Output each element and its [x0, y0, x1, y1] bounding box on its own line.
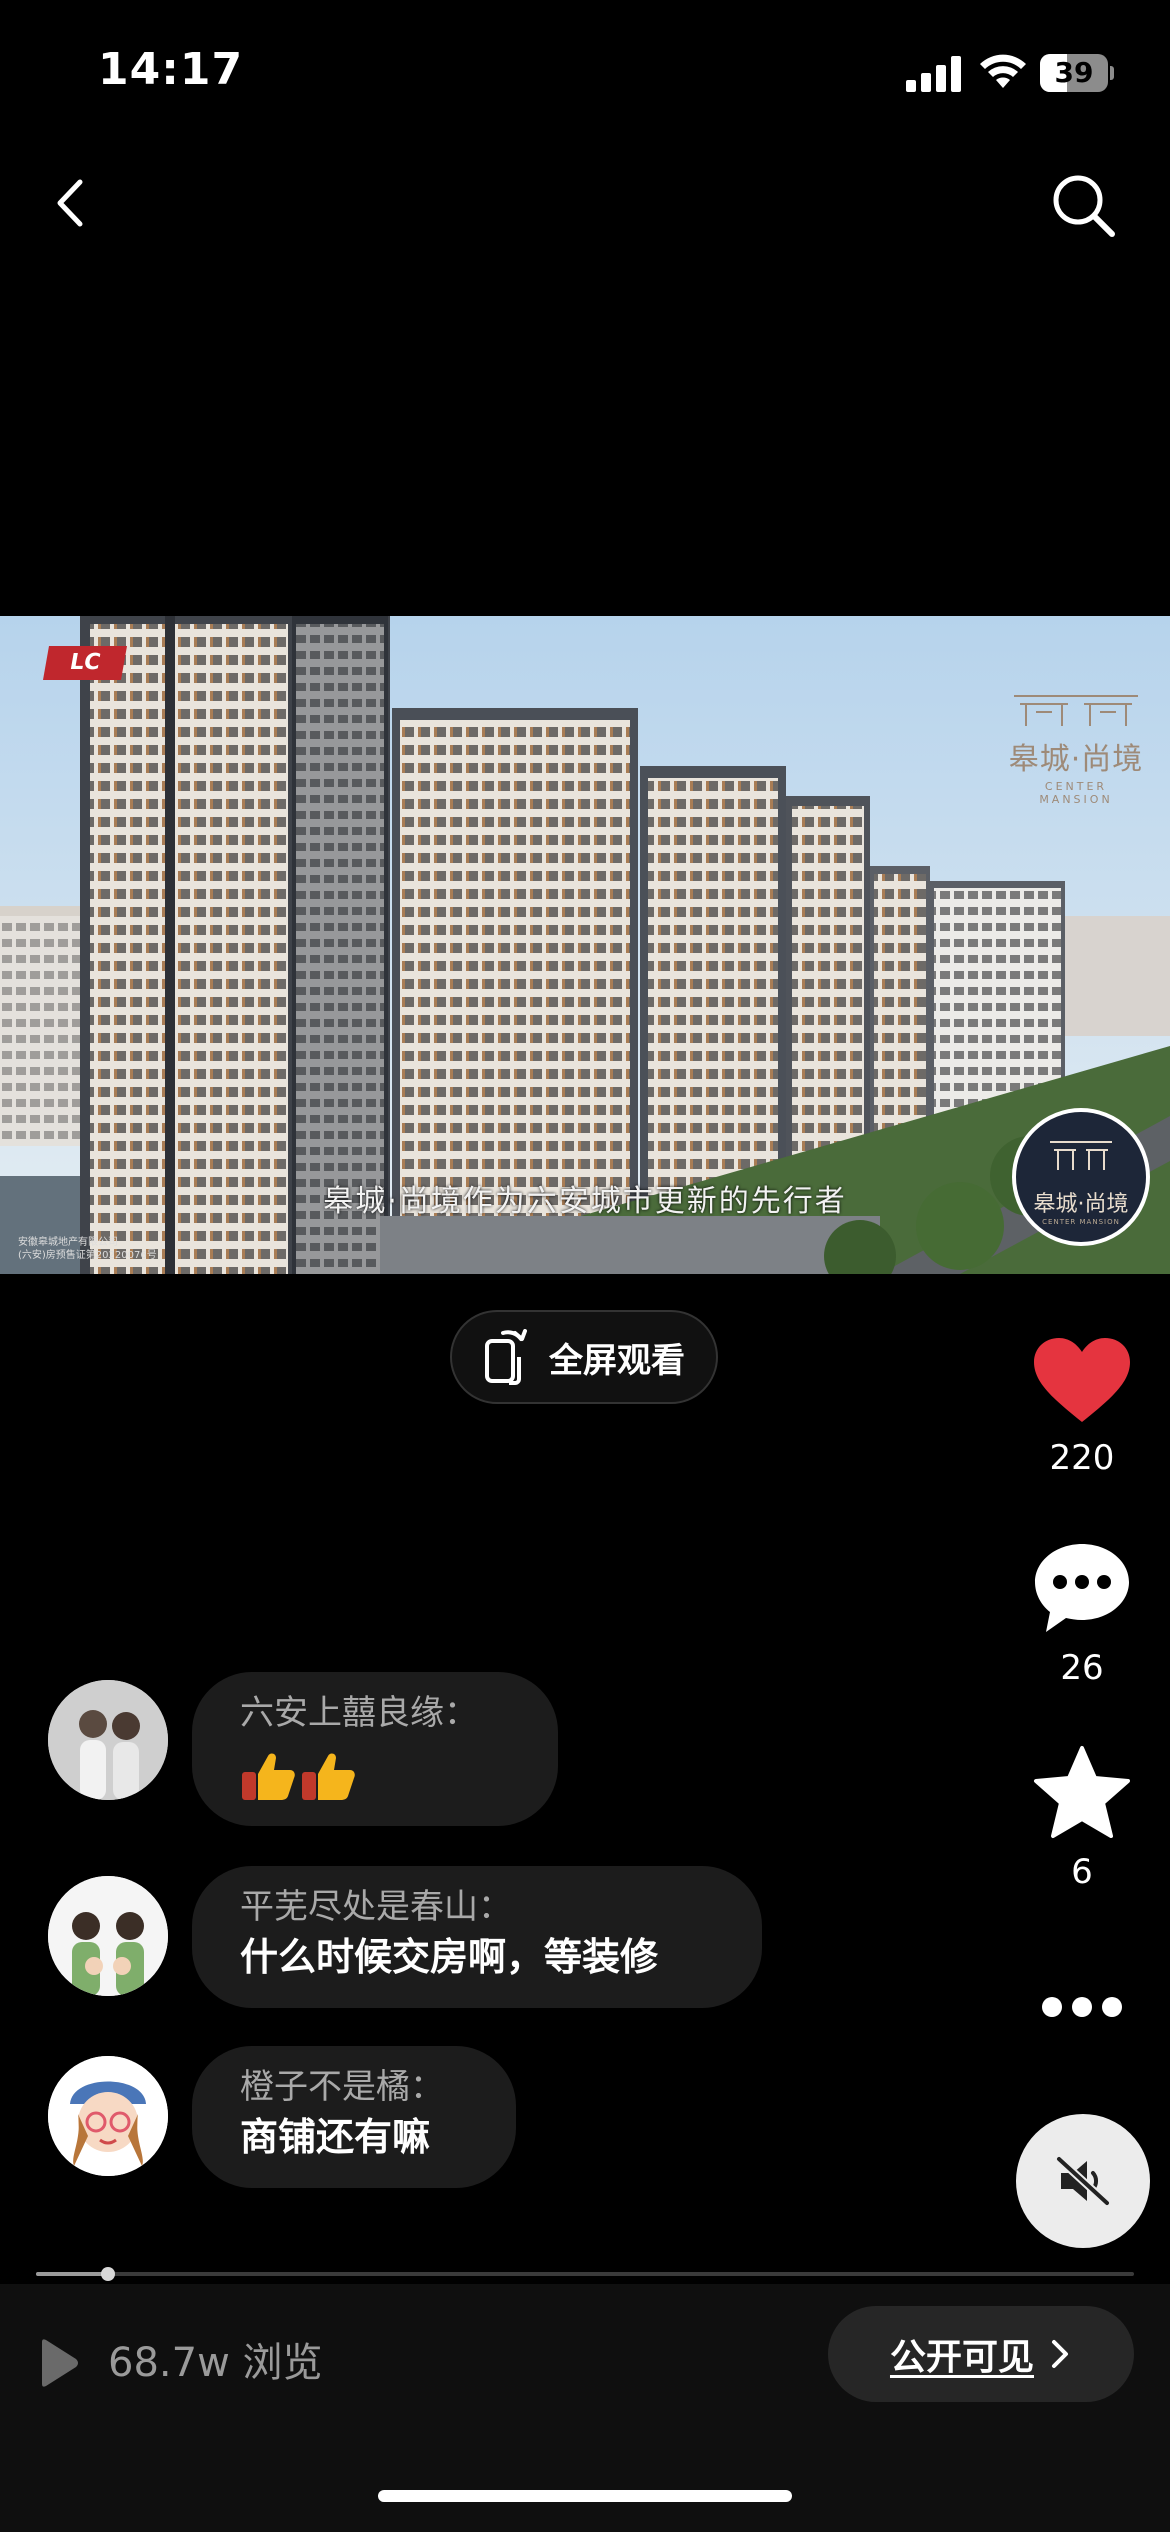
avatar[interactable]	[48, 1680, 168, 1800]
comment-count: 26	[1060, 1648, 1104, 1688]
video-progress-bar[interactable]	[36, 2267, 1134, 2281]
star-icon	[1034, 1746, 1130, 1838]
comment-emoji	[240, 1750, 510, 1802]
avatar[interactable]	[48, 2056, 168, 2176]
favorite-count: 6	[1071, 1852, 1093, 1892]
chevron-right-icon	[1052, 2340, 1068, 2368]
wifi-icon	[980, 54, 1026, 88]
heart-icon	[1034, 1338, 1130, 1422]
brand-mark-icon	[1014, 695, 1138, 726]
comment-text: 什么时候交房啊，等装修	[240, 1935, 659, 1979]
brand-badge-name: 皋城·尚境	[1033, 1192, 1129, 1217]
comment-bubble[interactable]: 橙子不是橘： 商铺还有嘛	[192, 2046, 516, 2188]
legal-text: 安徽皋城地产有限公司 (六安)房预售证第20220076号	[18, 1236, 157, 1262]
avatar[interactable]	[48, 1876, 168, 1996]
video-subtitle: 皋城·尚境作为六安城市更新的先行者	[323, 1184, 847, 1219]
fullscreen-button[interactable]: 全屏观看	[450, 1310, 718, 1404]
visibility-setting-button[interactable]: 公开可见	[828, 2306, 1134, 2402]
home-indicator	[378, 2490, 792, 2502]
more-options-button[interactable]	[1030, 1990, 1134, 2024]
status-time: 14:17	[98, 44, 244, 95]
rotate-screen-icon	[485, 1329, 527, 1385]
mute-button[interactable]	[1016, 2114, 1150, 2248]
cellular-signal-icon	[906, 56, 961, 92]
like-button[interactable]: 220	[1030, 1336, 1134, 1478]
user-avatar-image	[48, 1876, 168, 1996]
progress-thumb[interactable]	[101, 2267, 116, 2281]
progress-fill	[36, 2272, 109, 2276]
comment-author: 平芜尽处是春山：	[240, 1887, 512, 1927]
user-avatar-image	[48, 1680, 168, 1800]
comment-text: 商铺还有嘛	[240, 2115, 431, 2159]
view-count: 68.7w 浏览	[108, 2340, 323, 2386]
play-icon	[42, 2339, 78, 2387]
legal-line: 安徽皋城地产有限公司	[18, 1237, 118, 1248]
comment-bubble-icon	[1035, 1544, 1129, 1632]
thumbs-up-icon	[242, 1753, 295, 1800]
brand-name-en: CENTER MANSION	[1039, 780, 1113, 806]
visibility-label: 公开可见	[889, 2337, 1034, 2378]
comment-bubble[interactable]: 六安上囍良缘：	[192, 1672, 558, 1826]
developer-logo: LC	[43, 646, 127, 680]
user-avatar-image	[48, 2056, 168, 2176]
comment-author: 橙子不是橘：	[240, 2067, 444, 2107]
fullscreen-label: 全屏观看	[549, 1340, 685, 1381]
like-count: 220	[1049, 1438, 1115, 1478]
brand-name: 皋城·尚境	[1008, 742, 1144, 777]
brand-badge-name-en: CENTER MANSION	[1042, 1218, 1120, 1226]
brand-mark-icon	[1050, 1141, 1112, 1170]
back-button[interactable]	[40, 168, 100, 238]
brand-watermark: 皋城·尚境 CENTER MANSION	[1006, 690, 1146, 806]
battery-level: 39	[1054, 56, 1094, 89]
search-button[interactable]	[1046, 168, 1122, 244]
comment-bubble[interactable]: 平芜尽处是春山： 什么时候交房啊，等装修	[192, 1866, 762, 2008]
comment-button[interactable]: 26	[1030, 1540, 1134, 1688]
brand-avatar-badge[interactable]: 皋城·尚境 CENTER MANSION	[1012, 1108, 1150, 1246]
comment-author: 六安上囍良缘：	[240, 1693, 478, 1733]
favorite-button[interactable]: 6	[1030, 1744, 1134, 1892]
thumbs-up-icon	[302, 1753, 355, 1800]
battery-icon: 39	[1040, 54, 1114, 92]
speaker-muted-icon	[1055, 2155, 1111, 2207]
legal-line: (六安)房预售证第20220076号	[18, 1250, 157, 1261]
